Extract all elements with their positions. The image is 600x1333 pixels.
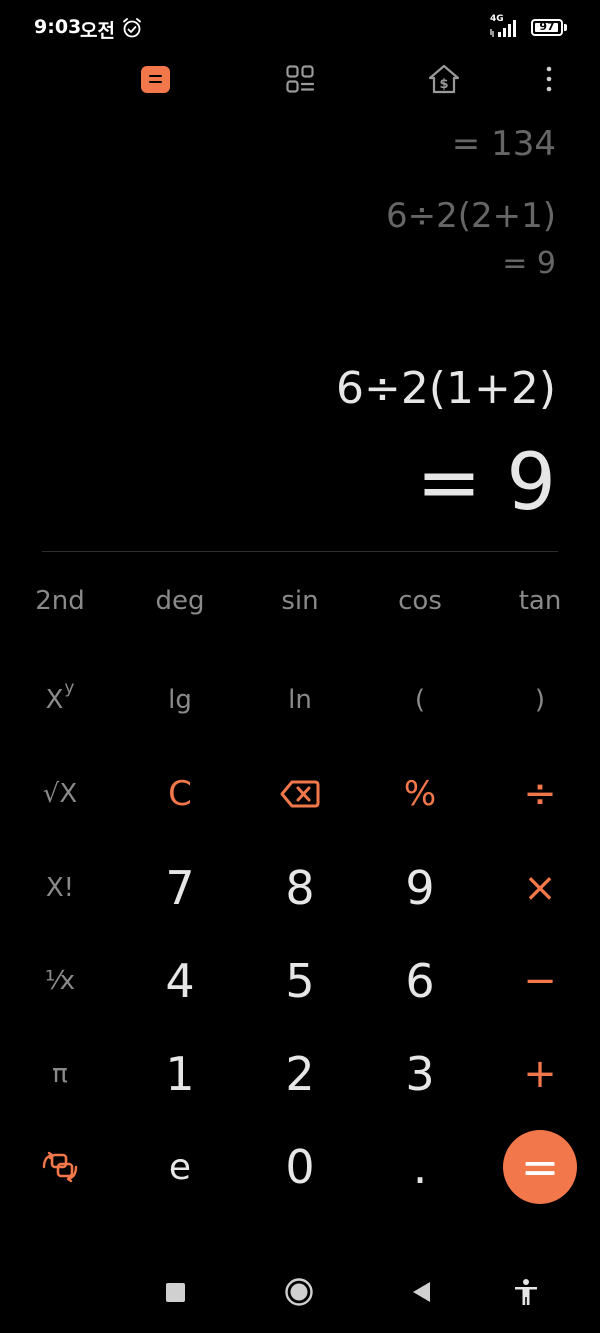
key-power-base: X [45, 685, 64, 715]
key-left-paren[interactable]: ( [365, 660, 475, 740]
key-power-exponent: y [64, 678, 75, 698]
key-clear[interactable]: C [125, 754, 235, 834]
key-tan[interactable]: tan [485, 561, 595, 641]
key-pi[interactable]: π [5, 1034, 115, 1114]
battery-level-text: 97 [539, 20, 555, 33]
key-3[interactable]: 3 [365, 1034, 475, 1114]
converter-mode-button[interactable] [275, 56, 325, 102]
history-expression-2[interactable]: 6÷2(2+1) [386, 196, 556, 236]
key-6[interactable]: 6 [365, 941, 475, 1021]
alarm-icon [123, 18, 141, 38]
nav-recents-icon[interactable] [166, 1283, 185, 1302]
status-ampm: 오전 [80, 20, 115, 42]
key-cos[interactable]: cos [365, 561, 475, 641]
battery-icon: 97 [531, 19, 563, 36]
key-1[interactable]: 1 [125, 1034, 235, 1114]
more-vert-icon[interactable] [537, 64, 561, 94]
accessibility-icon[interactable] [513, 1278, 539, 1306]
history-result-1[interactable]: = 134 [452, 124, 556, 164]
key-swap[interactable] [5, 1127, 115, 1207]
svg-text:$: $ [439, 77, 448, 92]
key-multiply[interactable]: × [485, 848, 595, 928]
key-equals[interactable]: = [503, 1130, 577, 1204]
signal-icon [490, 20, 516, 37]
display-divider [42, 551, 558, 552]
key-7[interactable]: 7 [125, 848, 235, 928]
currency-house-icon: $ [428, 64, 460, 94]
key-reciprocal[interactable]: ⅟x [5, 941, 115, 1021]
battery-tip [564, 24, 567, 31]
key-sin[interactable]: sin [245, 561, 355, 641]
key-0[interactable]: 0 [245, 1127, 355, 1207]
key-9[interactable]: 9 [365, 848, 475, 928]
current-expression[interactable]: 6÷2(1+2) [336, 363, 556, 414]
key-5[interactable]: 5 [245, 941, 355, 1021]
backspace-icon [280, 780, 320, 808]
key-backspace[interactable] [245, 754, 355, 834]
key-decimal[interactable]: . [365, 1127, 475, 1207]
key-4[interactable]: 4 [125, 941, 235, 1021]
converter-grid-icon [286, 65, 315, 93]
key-lg[interactable]: lg [125, 660, 235, 740]
key-2nd[interactable]: 2nd [5, 561, 115, 641]
swap-toggle-icon [42, 1151, 78, 1183]
key-2[interactable]: 2 [245, 1034, 355, 1114]
nav-back-icon[interactable] [410, 1280, 432, 1304]
key-sqrt[interactable]: √X [5, 754, 115, 834]
calculator-mode-button[interactable] [130, 56, 180, 102]
status-time: 9:03 [34, 16, 82, 38]
key-plus[interactable]: + [485, 1034, 595, 1114]
history-result-2[interactable]: = 9 [502, 246, 556, 281]
current-result: = 9 [416, 438, 556, 528]
key-power[interactable]: Xy [5, 660, 115, 740]
key-percent[interactable]: % [365, 754, 475, 834]
key-minus[interactable]: − [485, 941, 595, 1021]
nav-home-icon[interactable] [284, 1277, 314, 1307]
key-right-paren[interactable]: ) [485, 660, 595, 740]
currency-mode-button[interactable]: $ [419, 56, 469, 102]
key-ln[interactable]: ln [245, 660, 355, 740]
calculator-mode-icon [140, 65, 170, 93]
key-divide[interactable]: ÷ [485, 754, 595, 834]
key-e[interactable]: e [125, 1127, 235, 1207]
key-factorial[interactable]: X! [5, 848, 115, 928]
key-deg[interactable]: deg [125, 561, 235, 641]
key-8[interactable]: 8 [245, 848, 355, 928]
